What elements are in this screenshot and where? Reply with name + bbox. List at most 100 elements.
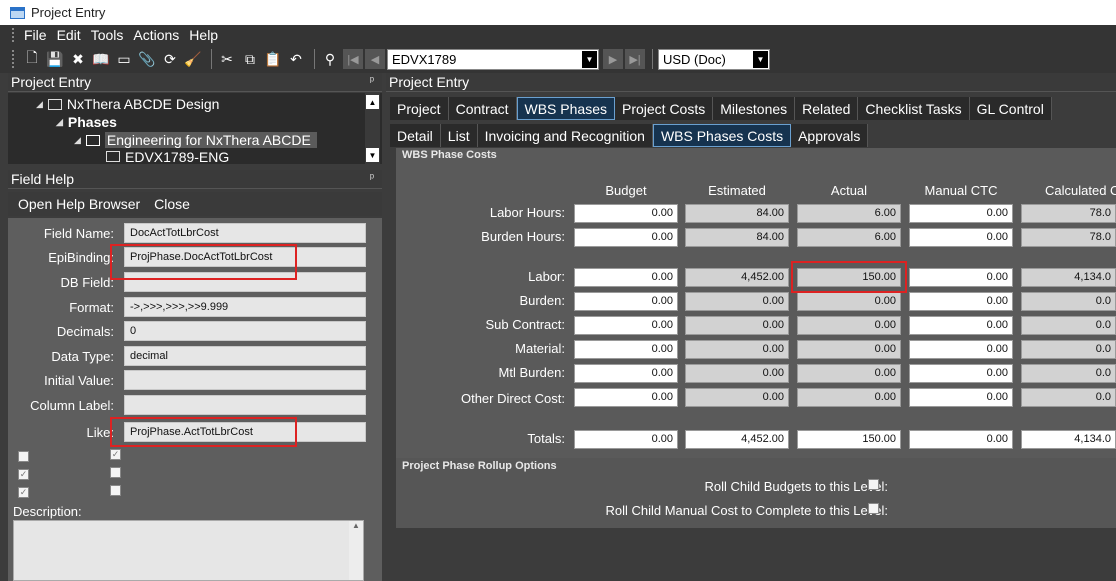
tab-project[interactable]: Project bbox=[390, 97, 449, 120]
material-calculated: 0.0 bbox=[1021, 340, 1116, 359]
open-help-browser-button[interactable]: Open Help Browser bbox=[18, 196, 140, 212]
description-scrollbar[interactable]: ▲ bbox=[349, 521, 363, 580]
highlight-like bbox=[110, 417, 297, 447]
checkbox[interactable] bbox=[110, 467, 121, 478]
prev-record-button[interactable]: ◀ bbox=[365, 49, 385, 69]
menu-edit[interactable]: Edit bbox=[57, 27, 81, 43]
broom-icon[interactable]: 🧹 bbox=[183, 49, 203, 69]
checkbox-checked[interactable]: ✓ bbox=[110, 449, 121, 460]
material-budget[interactable]: 0.00 bbox=[574, 340, 678, 359]
sub-contract-manual-ctc[interactable]: 0.00 bbox=[909, 316, 1013, 335]
tab-milestones[interactable]: Milestones bbox=[713, 97, 796, 120]
burden-budget[interactable]: 0.00 bbox=[574, 292, 678, 311]
tab-related[interactable]: Related bbox=[795, 97, 859, 120]
other-direct-cost-budget[interactable]: 0.00 bbox=[574, 388, 678, 407]
checkbox[interactable] bbox=[18, 451, 29, 462]
material-actual: 0.00 bbox=[797, 340, 901, 359]
expand-triangle-icon[interactable]: ◢ bbox=[56, 117, 63, 128]
tree-node-phases[interactable]: ◢ Phases bbox=[56, 113, 117, 131]
tree-node-child[interactable]: EDVX1789-ENG bbox=[106, 149, 229, 164]
new-icon[interactable]: 🗋 bbox=[22, 49, 42, 69]
delete-icon[interactable]: ✖ bbox=[68, 49, 88, 69]
labor-manual-ctc[interactable]: 0.00 bbox=[909, 268, 1013, 287]
tab-project-costs[interactable]: Project Costs bbox=[614, 97, 714, 120]
paste-icon[interactable]: 📋 bbox=[263, 49, 283, 69]
undo-icon[interactable]: ↶ bbox=[286, 49, 306, 69]
row-label-labor: Labor: bbox=[528, 269, 565, 284]
roll-child-budgets-checkbox[interactable] bbox=[868, 479, 879, 490]
fh-decimals-value[interactable]: 0 bbox=[124, 321, 366, 341]
tree-scrollbar[interactable]: ▲ ▼ bbox=[365, 93, 380, 164]
subtab-approvals[interactable]: Approvals bbox=[791, 124, 869, 147]
totals-calculated: 4,134.0 bbox=[1021, 430, 1116, 449]
fh-row-field-name: Field Name: DocActTotLbrCost bbox=[8, 223, 382, 243]
menu-file[interactable]: File bbox=[24, 27, 47, 43]
next-record-button[interactable]: ▶ bbox=[603, 49, 623, 69]
description-textarea[interactable]: ▲ bbox=[13, 520, 364, 581]
close-button[interactable]: Close bbox=[154, 196, 190, 212]
fh-row-data-type: Data Type: decimal bbox=[8, 346, 382, 366]
scroll-up-icon[interactable]: ▲ bbox=[366, 95, 379, 109]
fh-column-label-value[interactable] bbox=[124, 395, 366, 415]
subtab-detail[interactable]: Detail bbox=[390, 124, 441, 147]
sub-contract-budget[interactable]: 0.00 bbox=[574, 316, 678, 335]
fh-initial-value-value[interactable] bbox=[124, 370, 366, 390]
tab-checklist-tasks[interactable]: Checklist Tasks bbox=[858, 97, 970, 120]
menu-tools[interactable]: Tools bbox=[91, 27, 124, 43]
subtab-invoicing[interactable]: Invoicing and Recognition bbox=[477, 124, 653, 147]
currency-combo[interactable]: USD (Doc) ▼ bbox=[658, 48, 770, 70]
roll-child-manual-ctc-checkbox[interactable] bbox=[868, 503, 879, 514]
last-record-button[interactable]: ▶| bbox=[625, 49, 645, 69]
burden-manual-ctc[interactable]: 0.00 bbox=[909, 292, 1013, 311]
refresh-icon[interactable]: ⟳ bbox=[160, 49, 180, 69]
expand-triangle-icon[interactable]: ◢ bbox=[74, 135, 81, 146]
tree-node-engineering[interactable]: ◢ Engineering for NxThera ABCDE bbox=[74, 131, 317, 149]
pin-icon[interactable]: ᵖ bbox=[370, 75, 374, 87]
tree-pane-title: Project Entry bbox=[11, 74, 92, 90]
fh-data-type-value[interactable]: decimal bbox=[124, 346, 366, 366]
binoculars-icon[interactable]: ⚲ bbox=[320, 49, 340, 69]
labor-budget[interactable]: 0.00 bbox=[574, 268, 678, 287]
record-combo[interactable]: EDVX1789 ▼ bbox=[387, 48, 599, 70]
menu-actions[interactable]: Actions bbox=[133, 27, 179, 43]
copy-icon[interactable]: ⧉ bbox=[240, 49, 260, 69]
tab-contract[interactable]: Contract bbox=[448, 97, 517, 120]
subtab-wbs-phases-costs[interactable]: WBS Phases Costs bbox=[652, 124, 792, 147]
fh-format-value[interactable]: ->,>>>,>>>,>>9.999 bbox=[124, 297, 366, 317]
other-direct-cost-manual-ctc[interactable]: 0.00 bbox=[909, 388, 1013, 407]
fh-field-name-value[interactable]: DocActTotLbrCost bbox=[124, 223, 366, 243]
checkbox[interactable] bbox=[110, 485, 121, 496]
subtab-list[interactable]: List bbox=[440, 124, 478, 147]
expand-triangle-icon[interactable]: ◢ bbox=[36, 99, 43, 110]
tab-gl-control[interactable]: GL Control bbox=[969, 97, 1052, 120]
checkbox-checked[interactable]: ✓ bbox=[18, 469, 29, 480]
mtl-burden-budget[interactable]: 0.00 bbox=[574, 364, 678, 383]
chevron-down-icon[interactable]: ▼ bbox=[582, 50, 597, 68]
material-estimated: 0.00 bbox=[685, 340, 789, 359]
chevron-down-icon[interactable]: ▼ bbox=[753, 50, 768, 68]
menu-help[interactable]: Help bbox=[189, 27, 218, 43]
cut-icon[interactable]: ✂ bbox=[217, 49, 237, 69]
clear-icon[interactable]: ▭ bbox=[114, 49, 134, 69]
first-record-button[interactable]: |◀ bbox=[343, 49, 363, 69]
tree-node-root[interactable]: ◢ NxThera ABCDE Design bbox=[36, 95, 219, 113]
labor-hours-manual-ctc[interactable]: 0.00 bbox=[909, 204, 1013, 223]
attach-icon[interactable]: 📎 bbox=[137, 49, 157, 69]
tab-wbs-phases[interactable]: WBS Phases bbox=[516, 97, 615, 120]
save-icon[interactable]: 💾 bbox=[45, 49, 65, 69]
row-label-mtl-burden: Mtl Burden: bbox=[498, 365, 565, 380]
rollup-options-title: Project Phase Rollup Options bbox=[402, 460, 557, 472]
checkbox-checked[interactable]: ✓ bbox=[18, 487, 29, 498]
burden-hours-budget[interactable]: 0.00 bbox=[574, 228, 678, 247]
burden-calculated: 0.0 bbox=[1021, 292, 1116, 311]
project-tree[interactable]: ◢ NxThera ABCDE Design ◢ Phases ◢ Engine… bbox=[8, 93, 382, 164]
open-book-icon[interactable]: 📖 bbox=[91, 49, 111, 69]
mtl-burden-manual-ctc[interactable]: 0.00 bbox=[909, 364, 1013, 383]
material-manual-ctc[interactable]: 0.00 bbox=[909, 340, 1013, 359]
burden-hours-manual-ctc[interactable]: 0.00 bbox=[909, 228, 1013, 247]
pin-icon[interactable]: ᵖ bbox=[370, 172, 374, 184]
mtl-burden-calculated: 0.0 bbox=[1021, 364, 1116, 383]
labor-hours-budget[interactable]: 0.00 bbox=[574, 204, 678, 223]
scroll-down-icon[interactable]: ▼ bbox=[366, 148, 379, 162]
mtl-burden-estimated: 0.00 bbox=[685, 364, 789, 383]
